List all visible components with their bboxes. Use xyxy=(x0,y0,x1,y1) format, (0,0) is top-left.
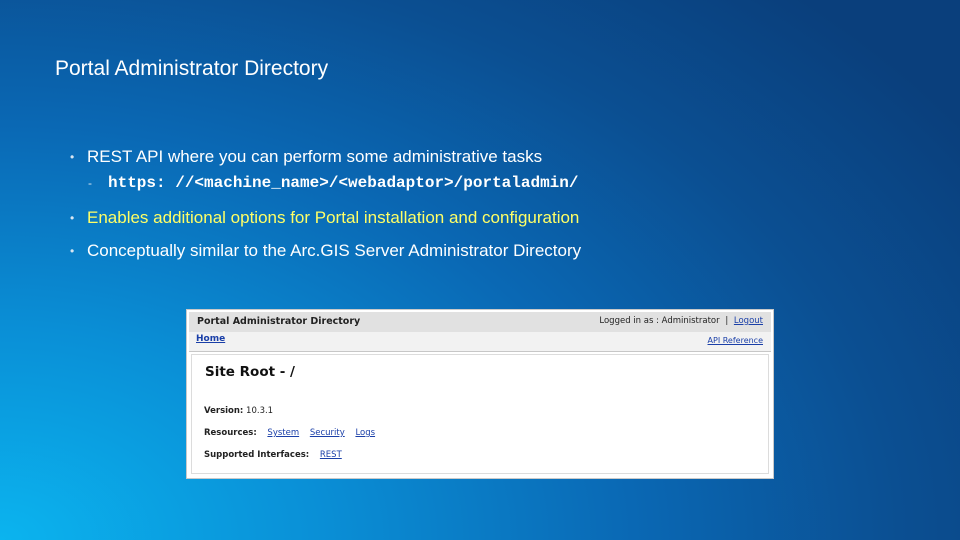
logout-link[interactable]: Logout xyxy=(734,316,763,326)
bullet-text: Conceptually similar to the Arc.GIS Serv… xyxy=(87,241,582,260)
sub-bullet-url: - https: //<machine_name>/<webadaptor>/p… xyxy=(70,173,930,193)
resource-link-security[interactable]: Security xyxy=(310,428,345,438)
interface-link-rest[interactable]: REST xyxy=(320,450,342,460)
login-separator: | xyxy=(725,316,729,326)
slide-title: Portal Administrator Directory xyxy=(55,57,329,80)
version-label: Version: xyxy=(204,406,244,416)
portal-admin-screenshot: Portal Administrator Directory Logged in… xyxy=(186,309,774,479)
interfaces-label: Supported Interfaces: xyxy=(204,450,310,460)
version-value: 10.3.1 xyxy=(246,406,274,416)
bullet-text: Enables additional options for Portal in… xyxy=(87,208,580,227)
resource-link-logs[interactable]: Logs xyxy=(355,428,375,438)
bullet-text: REST API where you can perform some admi… xyxy=(87,147,543,166)
screenshot-title: Portal Administrator Directory xyxy=(197,316,361,327)
sub-bullet-dash-icon: - xyxy=(88,176,92,190)
bullet-rest-api: • REST API where you can perform some ad… xyxy=(70,146,930,168)
screenshot-header: Portal Administrator Directory Logged in… xyxy=(189,312,771,333)
interfaces-row: Supported Interfaces: REST xyxy=(204,450,342,460)
resources-row: Resources: System Security Logs xyxy=(204,428,375,438)
screenshot-nav-bar: Home API Reference xyxy=(189,332,771,352)
api-reference-link[interactable]: API Reference xyxy=(708,336,763,345)
bullet-conceptually-similar: • Conceptually similar to the Arc.GIS Se… xyxy=(70,240,930,262)
bullet-dot-icon: • xyxy=(70,211,75,225)
login-status: Logged in as : Administrator | Logout xyxy=(599,316,763,326)
resources-label: Resources: xyxy=(204,428,257,438)
bullet-dot-icon: • xyxy=(70,150,75,164)
version-row: Version: 10.3.1 xyxy=(204,406,273,416)
bullet-dot-icon: • xyxy=(70,244,75,258)
resource-link-system[interactable]: System xyxy=(267,428,299,438)
bullet-list: • REST API where you can perform some ad… xyxy=(70,146,930,262)
bullet-additional-options: • Enables additional options for Portal … xyxy=(70,207,930,229)
site-root-heading: Site Root - / xyxy=(205,364,295,380)
portaladmin-url: https: //<machine_name>/<webadaptor>/por… xyxy=(108,174,579,192)
screenshot-content: Site Root - / Version: 10.3.1 Resources:… xyxy=(191,354,769,474)
home-link[interactable]: Home xyxy=(196,334,225,344)
logged-in-text: Logged in as : Administrator xyxy=(599,316,720,326)
